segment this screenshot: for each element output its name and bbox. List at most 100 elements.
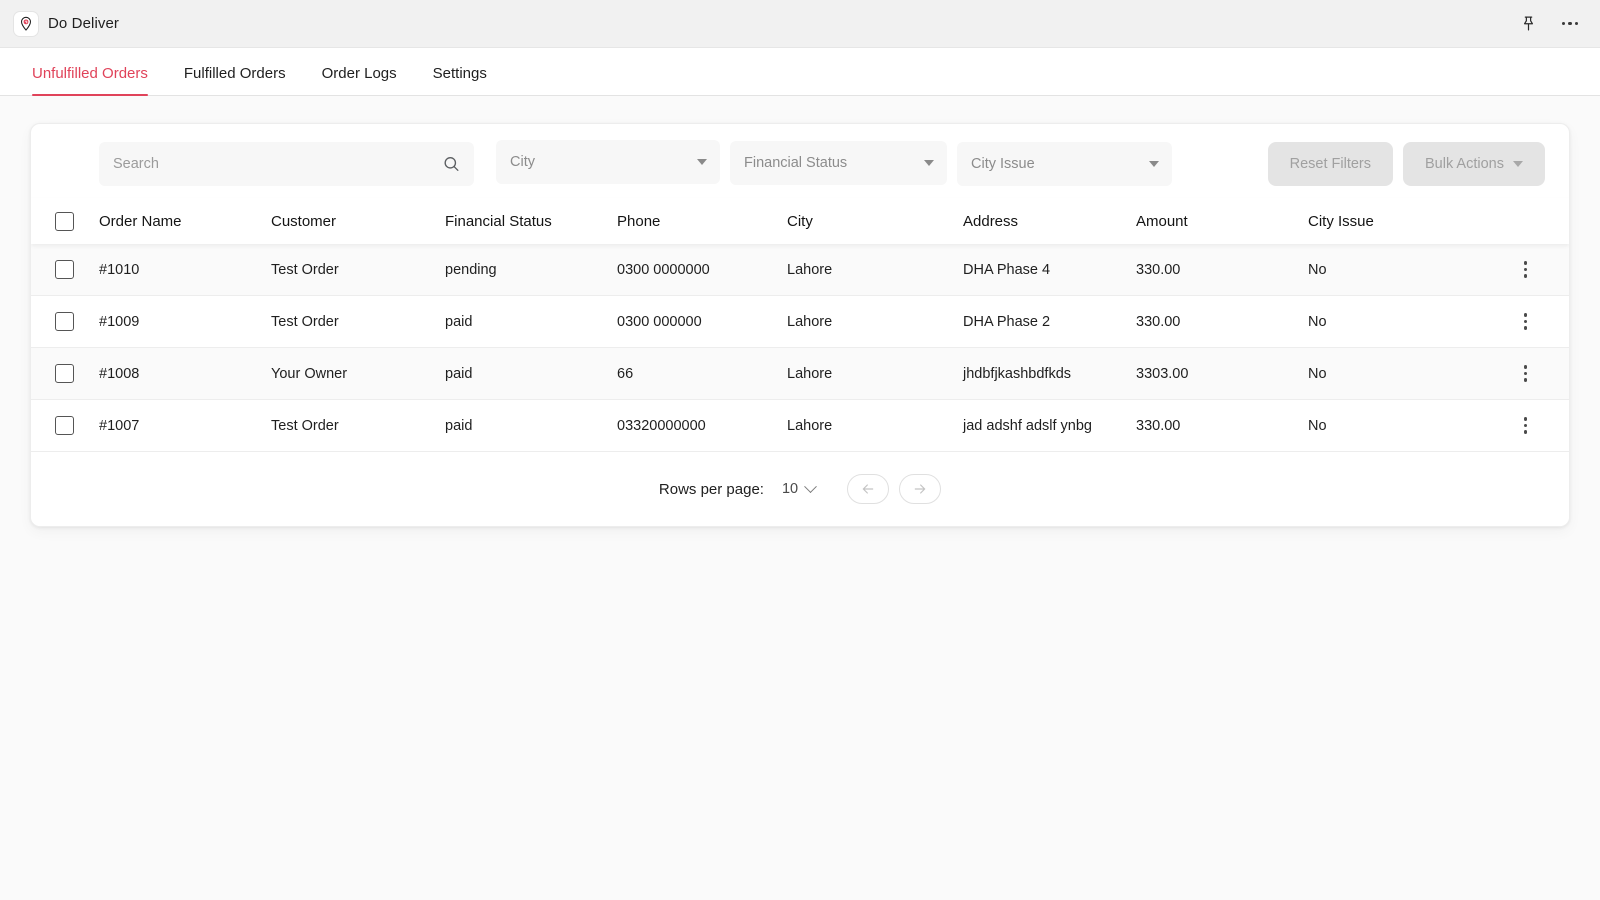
reset-filters-button[interactable]: Reset Filters [1268,142,1393,186]
tab-unfulfilled-orders[interactable]: Unfulfilled Orders [14,65,166,95]
cell-financial-status: paid [445,314,617,330]
cell-city: Lahore [787,418,963,434]
column-header-financial-status[interactable]: Financial Status [445,213,617,230]
table-row[interactable]: #1009 Test Order paid 0300 000000 Lahore… [31,296,1569,348]
select-all-cell [55,212,99,231]
cell-amount: 330.00 [1136,314,1308,330]
city-filter-label: City [510,154,535,170]
cell-address: jad adshf adslf ynbg [963,418,1136,434]
column-header-address[interactable]: Address [963,213,1136,230]
cell-amount: 330.00 [1136,262,1308,278]
cell-city-issue: No [1308,366,1478,382]
filter-actions: Reset Filters Bulk Actions [1268,142,1545,186]
column-header-city[interactable]: City [787,213,963,230]
column-header-amount[interactable]: Amount [1136,213,1308,230]
reset-filters-label: Reset Filters [1290,156,1371,172]
appbar-actions [1516,12,1582,36]
cell-address: DHA Phase 4 [963,262,1136,278]
row-actions-cell [1478,361,1545,386]
select-all-checkbox[interactable] [55,212,74,231]
column-header-phone[interactable]: Phone [617,213,787,230]
pagination-bar: Rows per page: 10 [31,452,1569,526]
search-field [99,142,474,186]
row-select-cell [55,260,99,279]
more-vertical-icon[interactable] [1520,413,1532,438]
tab-fulfilled-orders[interactable]: Fulfilled Orders [166,65,304,95]
rows-per-page-value: 10 [782,481,798,497]
app-brand: Do Deliver [14,12,119,36]
next-page-button[interactable] [899,474,941,504]
chevron-down-icon [697,159,707,165]
tab-bar: Unfulfilled Orders Fulfilled Orders Orde… [0,48,1600,96]
tab-order-logs[interactable]: Order Logs [304,65,415,95]
table-row[interactable]: #1008 Your Owner paid 66 Lahore jhdbfjka… [31,348,1569,400]
chevron-down-icon [1513,161,1523,167]
column-header-city-issue[interactable]: City Issue [1308,213,1478,230]
row-checkbox[interactable] [55,364,74,383]
row-checkbox[interactable] [55,260,74,279]
chevron-down-icon [804,480,817,493]
row-checkbox[interactable] [55,312,74,331]
cell-customer: Test Order [271,262,445,278]
table-header-row: Order Name Customer Financial Status Pho… [31,198,1569,244]
cell-order-name: #1008 [99,366,271,382]
tab-label: Settings [433,65,487,82]
orders-card: City Financial Status City Issue Reset F… [30,123,1570,527]
cell-order-name: #1009 [99,314,271,330]
pushpin-icon[interactable] [1516,12,1540,36]
cell-address: DHA Phase 2 [963,314,1136,330]
tab-settings[interactable]: Settings [415,65,505,95]
cell-phone: 66 [617,366,787,382]
page-body: City Financial Status City Issue Reset F… [0,96,1600,527]
filter-bar: City Financial Status City Issue Reset F… [31,124,1569,198]
more-horizontal-icon[interactable] [1558,12,1582,36]
cell-amount: 3303.00 [1136,366,1308,382]
more-vertical-icon[interactable] [1520,361,1532,386]
cell-financial-status: paid [445,366,617,382]
city-filter-select[interactable]: City [496,140,720,184]
column-header-order-name[interactable]: Order Name [99,213,271,230]
pager [847,474,941,504]
bulk-actions-button[interactable]: Bulk Actions [1403,142,1545,186]
rows-per-page-select[interactable]: 10 [776,477,821,501]
cell-order-name: #1010 [99,262,271,278]
cell-customer: Test Order [271,418,445,434]
cell-city: Lahore [787,314,963,330]
cell-order-name: #1007 [99,418,271,434]
location-pin-icon [14,12,38,36]
city-issue-filter-label: City Issue [971,156,1035,172]
app-title: Do Deliver [48,15,119,32]
search-input[interactable] [99,142,474,186]
table-row[interactable]: #1007 Test Order paid 03320000000 Lahore… [31,400,1569,452]
tab-label: Unfulfilled Orders [32,65,148,82]
more-vertical-icon[interactable] [1520,257,1532,282]
search-icon[interactable] [442,155,461,174]
table-row[interactable]: #1010 Test Order pending 0300 0000000 La… [31,244,1569,296]
cell-customer: Your Owner [271,366,445,382]
row-select-cell [55,364,99,383]
tab-label: Fulfilled Orders [184,65,286,82]
row-actions-cell [1478,309,1545,334]
cell-city: Lahore [787,366,963,382]
chevron-down-icon [924,160,934,166]
cell-city-issue: No [1308,418,1478,434]
chevron-down-icon [1149,161,1159,167]
city-issue-filter-select[interactable]: City Issue [957,142,1172,186]
cell-financial-status: pending [445,262,617,278]
financial-status-filter-label: Financial Status [744,155,847,171]
cell-address: jhdbfjkashbdfkds [963,366,1136,382]
orders-table: Order Name Customer Financial Status Pho… [31,198,1569,452]
financial-status-filter-select[interactable]: Financial Status [730,141,947,185]
row-actions-cell [1478,413,1545,438]
previous-page-button[interactable] [847,474,889,504]
cell-financial-status: paid [445,418,617,434]
cell-customer: Test Order [271,314,445,330]
more-vertical-icon[interactable] [1520,309,1532,334]
column-header-customer[interactable]: Customer [271,213,445,230]
row-actions-cell [1478,257,1545,282]
row-select-cell [55,416,99,435]
cell-phone: 03320000000 [617,418,787,434]
row-checkbox[interactable] [55,416,74,435]
tab-label: Order Logs [322,65,397,82]
cell-phone: 0300 000000 [617,314,787,330]
